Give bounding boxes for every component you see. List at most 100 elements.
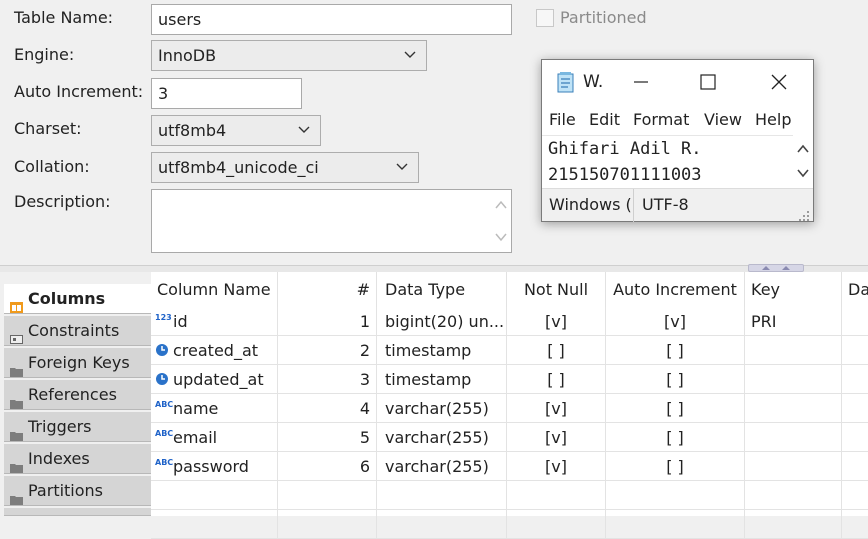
cell-column-name[interactable]: ABC password — [151, 452, 278, 481]
cell-data-type[interactable]: timestamp — [377, 336, 507, 365]
header-number[interactable]: # — [278, 272, 377, 307]
resize-grip-icon[interactable] — [798, 207, 810, 221]
cell-default[interactable] — [842, 452, 868, 481]
description-textarea[interactable] — [151, 189, 512, 253]
cell-data-type[interactable]: varchar(255) — [377, 394, 507, 423]
cell-key[interactable] — [745, 394, 842, 423]
cell-default[interactable] — [842, 394, 868, 423]
cell-number[interactable]: 3 — [278, 365, 377, 394]
cell-data-type[interactable]: varchar(255) — [377, 423, 507, 452]
header-auto-increment[interactable]: Auto Increment — [606, 272, 745, 307]
table-row[interactable]: ABC password 6 varchar(255) [v][ ] — [151, 452, 868, 481]
cell-number[interactable]: 1 — [278, 307, 377, 336]
empty-cell — [507, 510, 606, 539]
cell-number[interactable]: 6 — [278, 452, 377, 481]
tab-indexes[interactable]: Indexes — [4, 444, 151, 474]
cell-not-null[interactable]: [v] — [507, 394, 606, 423]
header-column-name[interactable]: Column Name — [151, 272, 278, 307]
cell-column-name[interactable]: 123 id — [151, 307, 278, 336]
cell-auto-increment[interactable]: [ ] — [606, 452, 745, 481]
cell-key[interactable] — [745, 365, 842, 394]
cell-default[interactable] — [842, 336, 868, 365]
table-name-label: Table Name: — [14, 8, 114, 27]
cell-key[interactable] — [745, 423, 842, 452]
table-row[interactable]: created_at 2 timestamp[ ][ ] — [151, 336, 868, 365]
cell-not-null[interactable]: [v] — [507, 423, 606, 452]
tab-references[interactable]: References — [4, 380, 151, 410]
tab-columns[interactable]: Columns — [4, 284, 151, 314]
cell-key[interactable]: PRI — [745, 307, 842, 336]
cell-column-name[interactable]: ABC email — [151, 423, 278, 452]
tab-label: Triggers — [28, 417, 92, 436]
panel-splitter[interactable] — [0, 265, 868, 272]
text-type-icon: ABC — [155, 429, 174, 438]
cell-auto-increment[interactable]: [ ] — [606, 394, 745, 423]
table-row[interactable]: updated_at 3 timestamp[ ][ ] — [151, 365, 868, 394]
header-data-type[interactable]: Data Type — [377, 272, 507, 307]
cell-not-null[interactable]: [v] — [507, 452, 606, 481]
notepad-text-line: 215150701111003 — [548, 165, 702, 185]
cell-default[interactable] — [842, 423, 868, 452]
cell-data-type[interactable]: bigint(20) un... — [377, 307, 507, 336]
cell-not-null[interactable]: [ ] — [507, 336, 606, 365]
tab-foreign-keys[interactable]: Foreign Keys — [4, 348, 151, 378]
column-name-text: password — [173, 457, 249, 476]
chevron-down-icon — [396, 153, 408, 182]
menu-file[interactable]: File — [549, 110, 576, 129]
table-row[interactable]: ABC name 4 varchar(255) [v][ ] — [151, 394, 868, 423]
empty-cell — [278, 481, 377, 510]
column-name-text: name — [173, 399, 219, 418]
collation-select[interactable]: utf8mb4_unicode_ci — [151, 152, 419, 183]
tab-more[interactable] — [4, 508, 151, 516]
cell-default[interactable] — [842, 365, 868, 394]
cell-default[interactable] — [842, 307, 868, 336]
minimize-icon[interactable] — [626, 70, 656, 94]
close-icon[interactable] — [764, 70, 794, 94]
menu-edit[interactable]: Edit — [589, 110, 620, 129]
table-row[interactable]: 123 id 1 bigint(20) un... [v] [v] PRI — [151, 307, 868, 336]
columns-icon — [10, 293, 23, 313]
cell-number[interactable]: 5 — [278, 423, 377, 452]
cell-key[interactable] — [745, 336, 842, 365]
cell-column-name[interactable]: updated_at — [151, 365, 278, 394]
cell-data-type[interactable]: varchar(255) — [377, 452, 507, 481]
partitioned-checkbox[interactable] — [536, 9, 554, 27]
columns-grid: Column Name # Data Type Not Null Auto In… — [151, 272, 868, 539]
auto-increment-input[interactable]: 3 — [151, 78, 302, 109]
cell-data-type[interactable]: timestamp — [377, 365, 507, 394]
cell-auto-increment[interactable]: [v] — [606, 307, 745, 336]
cell-column-name[interactable]: created_at — [151, 336, 278, 365]
splitter-handle[interactable] — [748, 264, 804, 272]
empty-row — [151, 481, 868, 510]
cell-number[interactable]: 2 — [278, 336, 377, 365]
cell-auto-increment[interactable]: [ ] — [606, 423, 745, 452]
menu-format[interactable]: Format — [633, 110, 689, 129]
cell-auto-increment[interactable]: [ ] — [606, 336, 745, 365]
status-line-ending: Windows ( — [549, 195, 632, 214]
cell-auto-increment[interactable]: [ ] — [606, 365, 745, 394]
table-row[interactable]: ABC email 5 varchar(255) [v][ ] — [151, 423, 868, 452]
header-key[interactable]: Key — [745, 272, 842, 307]
cell-not-null[interactable]: [v] — [507, 307, 606, 336]
header-not-null[interactable]: Not Null — [507, 272, 606, 307]
description-scrollbar[interactable] — [491, 190, 511, 252]
cell-not-null[interactable]: [ ] — [507, 365, 606, 394]
engine-select[interactable]: InnoDB — [151, 40, 427, 71]
table-name-input[interactable]: users — [151, 4, 512, 35]
cell-key[interactable] — [745, 452, 842, 481]
tab-partitions[interactable]: Partitions — [4, 476, 151, 506]
notepad-titlebar[interactable]: W. — [542, 60, 813, 105]
charset-select[interactable]: utf8mb4 — [151, 115, 321, 146]
maximize-icon[interactable] — [693, 70, 723, 94]
menu-view[interactable]: View — [704, 110, 742, 129]
menu-help[interactable]: Help — [755, 110, 791, 129]
tab-triggers[interactable]: Triggers — [4, 412, 151, 442]
cell-number[interactable]: 4 — [278, 394, 377, 423]
header-default[interactable]: Da — [842, 272, 868, 307]
notepad-scrollbar[interactable] — [793, 135, 813, 187]
cell-column-name[interactable]: ABC name — [151, 394, 278, 423]
notepad-text-area[interactable]: Ghifari Adil R. 215150701111003 — [542, 135, 813, 187]
number-type-icon: 123 — [155, 313, 172, 322]
tab-constraints[interactable]: Constraints — [4, 316, 151, 346]
scroll-arrows-icon — [495, 200, 507, 242]
